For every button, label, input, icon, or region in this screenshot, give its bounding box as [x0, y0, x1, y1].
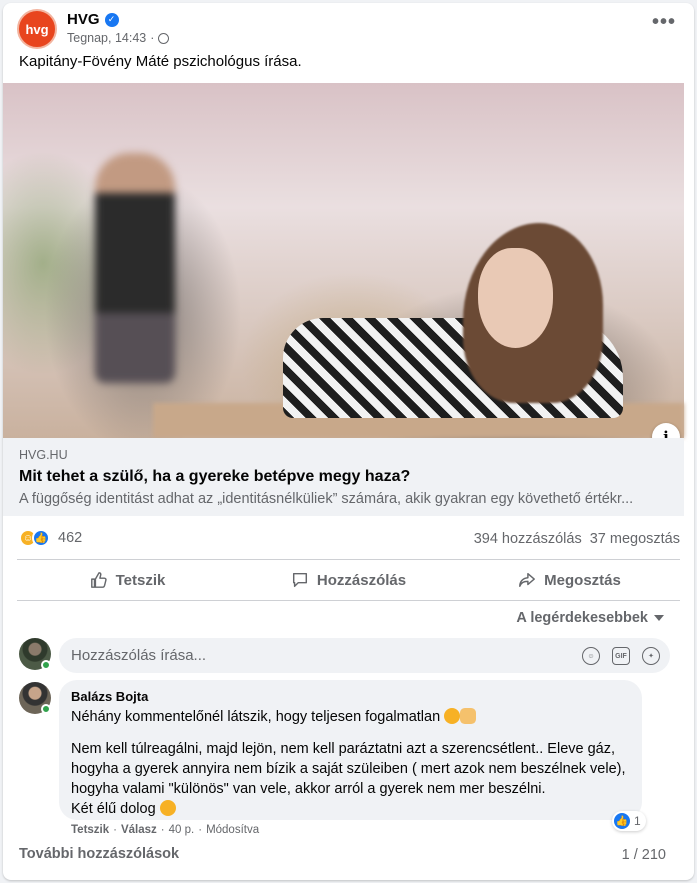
like-thumb-icon: [90, 572, 107, 588]
meta-separator: ·: [150, 31, 155, 45]
comment-last-line: Két élű dolog: [71, 801, 156, 817]
post-text: Kapitány-Fövény Máté pszichológus írása.: [19, 53, 302, 70]
share-button[interactable]: Megosztás: [459, 560, 680, 600]
comment-author[interactable]: Balázs Bojta: [71, 689, 630, 704]
comment-sort-dropdown[interactable]: A legérdekesebbek: [516, 610, 664, 626]
comment-edited[interactable]: Módosítva: [206, 824, 259, 836]
caret-down-icon: [654, 615, 664, 621]
page-name[interactable]: HVG ✓: [67, 11, 119, 28]
like-button-label: Tetszik: [115, 571, 166, 589]
action-bar: Tetszik Hozzászólás Megosztás: [17, 560, 680, 600]
post-time[interactable]: Tegnap, 14:43: [67, 31, 146, 45]
comment-like-badge[interactable]: 👍 1: [612, 811, 646, 831]
post-header: hvg HVG ✓ Tegnap, 14:43 · •••: [17, 9, 680, 49]
meta-separator: ·: [198, 824, 203, 836]
comment-button[interactable]: Hozzászólás: [238, 560, 459, 600]
like-button[interactable]: Tetszik: [17, 560, 238, 600]
image-figure-man: [95, 153, 175, 383]
comment-reply-link[interactable]: Válasz: [121, 824, 157, 836]
online-status-dot: [41, 704, 51, 714]
emoji-icon[interactable]: ☺: [582, 647, 600, 665]
comment-button-label: Hozzászólás: [316, 571, 407, 589]
comment-pager: 1 / 210: [621, 847, 666, 863]
comment-meta: Tetszik · Válasz · 40 p. · Módosítva: [71, 824, 259, 836]
comment-paragraph-2: Nem kell túlreagálni, majd lejön, nem ke…: [71, 741, 626, 797]
hvg-logo[interactable]: hvg: [17, 9, 57, 49]
reaction-count[interactable]: 462: [58, 530, 82, 546]
link-preview[interactable]: HVG.HU Mit tehet a szülő, ha a gyereke b…: [3, 438, 684, 516]
wink-emoji-icon: [159, 800, 176, 816]
reaction-summary[interactable]: ☺ 👍 462: [19, 529, 82, 547]
image-figure-woman-face: [478, 248, 553, 348]
share-button-label: Megosztás: [544, 571, 621, 589]
sticker-icon[interactable]: ✦: [642, 647, 660, 665]
meta-separator: ·: [160, 824, 165, 836]
post-image[interactable]: [3, 83, 684, 438]
post-card: hvg HVG ✓ Tegnap, 14:43 · ••• Kapitány-F…: [3, 3, 694, 880]
more-options-icon[interactable]: •••: [652, 11, 676, 34]
rofl-emoji-icon: [444, 708, 461, 724]
post-meta: Tegnap, 14:43 ·: [67, 31, 170, 45]
divider: [17, 600, 680, 601]
comment-like-link[interactable]: Tetszik: [71, 824, 109, 836]
comment-line-1: Néhány kommentelőnél látszik, hogy telje…: [71, 709, 441, 725]
comment-tools: ☺ GIF ✦: [582, 647, 660, 665]
verified-badge-icon: ✓: [104, 12, 119, 27]
comment-input[interactable]: [59, 638, 670, 673]
more-comments-link[interactable]: További hozzászólások: [19, 846, 179, 862]
hand-emoji-icon: [460, 708, 477, 724]
comment-time[interactable]: 40 p.: [169, 824, 195, 836]
comment-bubble-icon: [292, 572, 307, 588]
globe-icon: [158, 32, 170, 44]
link-domain: HVG.HU: [19, 448, 68, 462]
link-description: A függőség identitást adhat az „identitá…: [19, 491, 634, 507]
like-reaction-icon: 👍: [32, 529, 50, 547]
meta-separator: ·: [113, 824, 117, 836]
engagement-stats: 394 hozzászólás 37 megosztás: [474, 531, 680, 547]
sort-label: A legérdekesebbek: [516, 610, 648, 626]
gif-icon[interactable]: GIF: [612, 647, 630, 665]
online-status-dot: [41, 660, 51, 670]
comment-bubble: Balázs Bojta Néhány kommentelőnél látszi…: [59, 680, 642, 820]
page-name-label[interactable]: HVG: [67, 11, 100, 28]
share-count[interactable]: 37 megosztás: [590, 531, 680, 547]
link-title[interactable]: Mit tehet a szülő, ha a gyereke betépve …: [19, 468, 410, 486]
share-arrow-icon: [519, 572, 536, 588]
like-reaction-icon: 👍: [614, 813, 630, 829]
comment-like-count: 1: [634, 814, 641, 828]
comment-count[interactable]: 394 hozzászólás: [474, 531, 582, 547]
comment-text: Néhány kommentelőnél látszik, hogy telje…: [71, 707, 630, 819]
